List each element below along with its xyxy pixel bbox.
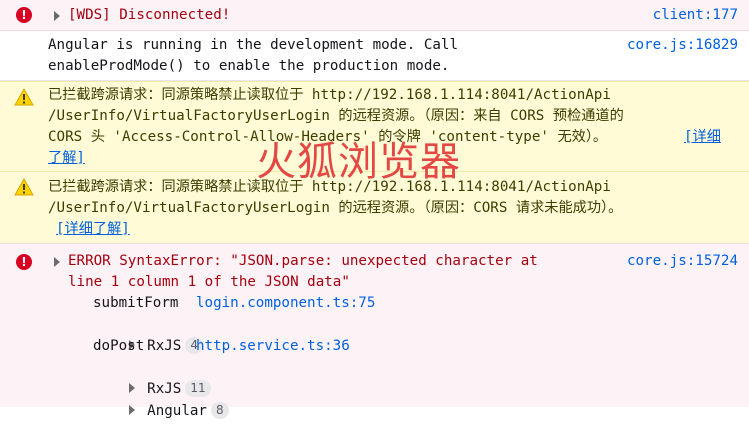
console-log-row-angular: Angular is running in the development mo… — [0, 31, 749, 81]
warning-message-line-3: CORS 头 'Access-Control-Allow-Headers' 的令… — [48, 129, 608, 145]
error-message-line-2: line 1 column 1 of the JSON data" — [68, 274, 350, 290]
learn-more-link[interactable]: [详细了解] — [56, 219, 130, 240]
warning-message-line-2: /UserInfo/VirtualFactoryUserLogin 的远程资源。… — [48, 200, 623, 216]
warning-icon — [14, 178, 34, 196]
source-link[interactable]: client:177 — [653, 5, 738, 26]
stack-group-angular[interactable]: Angular 8 — [93, 380, 229, 443]
warning-icon — [14, 88, 34, 106]
expand-triangle-icon[interactable] — [52, 11, 62, 21]
learn-more-link[interactable]: [详细 — [684, 127, 721, 148]
warning-message-line-1: 已拦截跨源请求：同源策略禁止读取位于 http://192.168.1.114:… — [48, 179, 611, 195]
console-error-row-wds[interactable]: ! [WDS] Disconnected! client:177 — [0, 0, 749, 31]
learn-more-link-continued[interactable]: 了解] — [48, 148, 85, 169]
warning-message-line-2: /UserInfo/VirtualFactoryUserLogin 的远程资源。… — [48, 108, 624, 124]
error-icon: ! — [16, 254, 32, 270]
source-link[interactable]: core.js:16829 — [627, 35, 738, 56]
expand-triangle-icon[interactable] — [52, 257, 62, 267]
console-error-row-syntax[interactable]: ! ERROR SyntaxError: "JSON.parse: unexpe… — [0, 243, 749, 419]
stack-group-label: Angular — [147, 403, 207, 419]
stack-function-name: doPost — [93, 338, 145, 354]
console-warning-row-cors-2: 已拦截跨源请求：同源策略禁止读取位于 http://192.168.1.114:… — [0, 171, 749, 243]
source-link[interactable]: core.js:15724 — [627, 251, 738, 272]
stack-group-label: RxJS — [147, 338, 182, 354]
count-badge: 8 — [210, 402, 229, 419]
error-icon: ! — [16, 7, 32, 23]
stack-file-link[interactable]: login.component.ts:75 — [196, 293, 375, 314]
stack-file-link[interactable]: http.service.ts:36 — [196, 336, 350, 357]
log-message-line-2: enableProdMode() to enable the productio… — [48, 58, 450, 74]
warning-message-line-1: 已拦截跨源请求：同源策略禁止读取位于 http://192.168.1.114:… — [48, 87, 611, 103]
stack-function-name: submitForm — [93, 295, 179, 311]
console-warning-row-cors-1: 已拦截跨源请求：同源策略禁止读取位于 http://192.168.1.114:… — [0, 81, 749, 171]
error-message: [WDS] Disconnected! — [68, 7, 231, 23]
